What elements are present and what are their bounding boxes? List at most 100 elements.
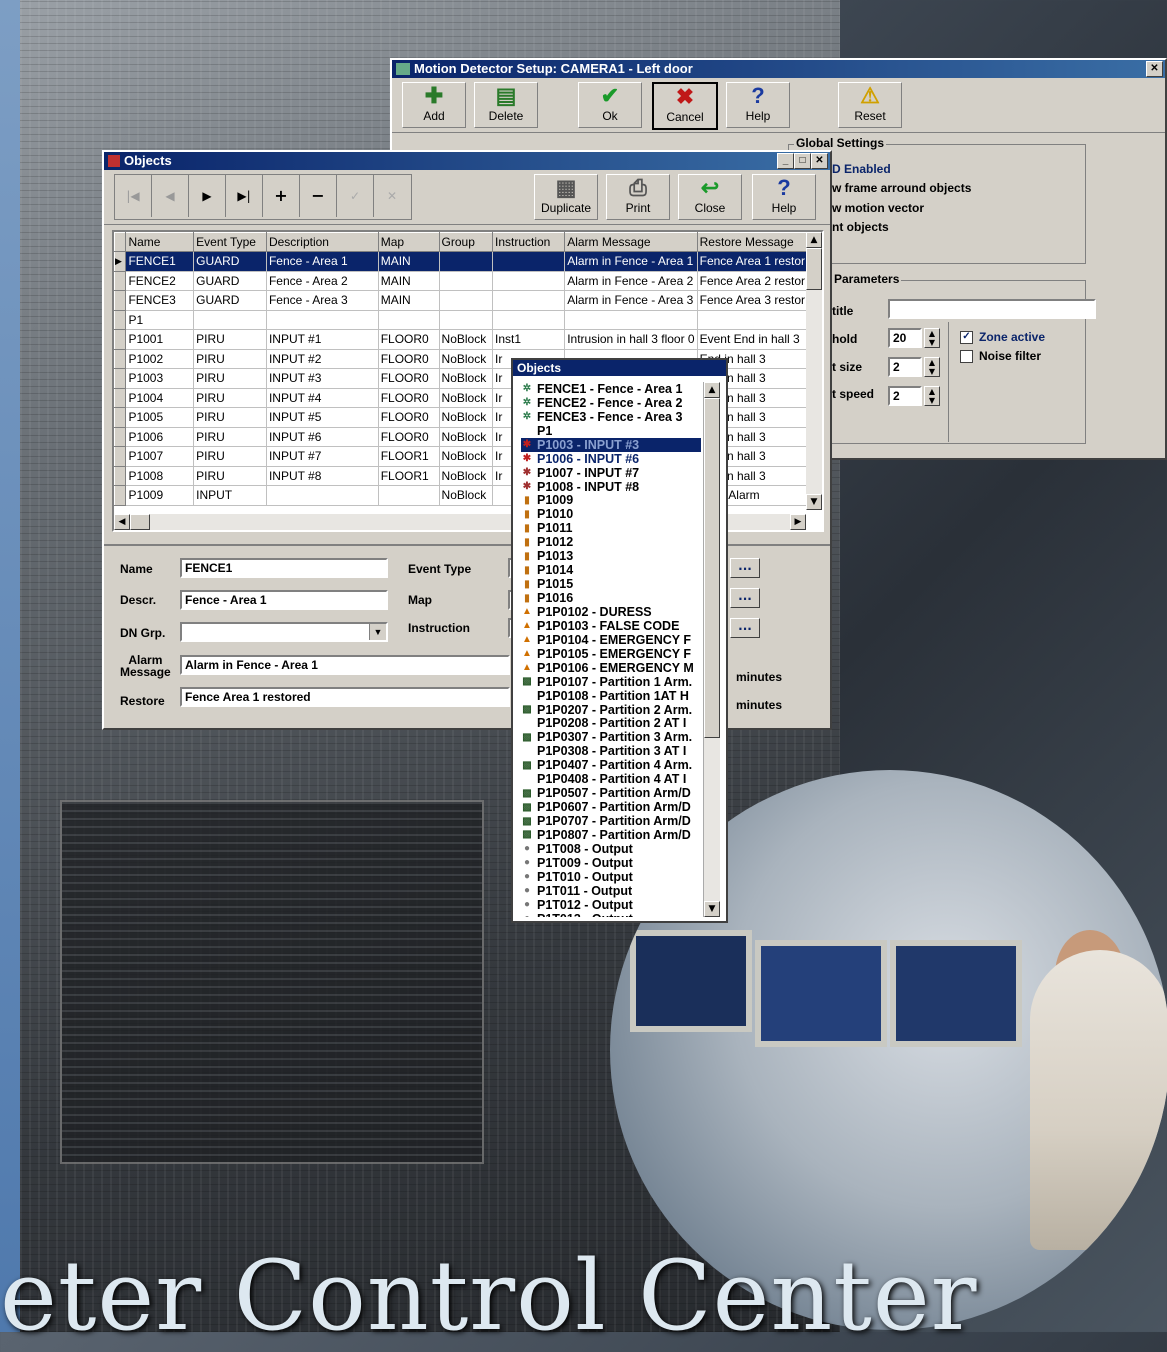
descr-input[interactable]: Fence - Area 1 — [180, 590, 388, 610]
table-cell[interactable]: P1002 — [125, 349, 195, 369]
list-item[interactable]: ▲ P1P0106 - EMERGENCY M — [521, 661, 701, 675]
list-item[interactable]: ▲ P1P0102 - DURESS — [521, 605, 701, 619]
duplicate-button[interactable]: ▦ Duplicate — [534, 174, 598, 220]
row-indicator[interactable] — [114, 290, 127, 311]
table-cell[interactable]: MAIN — [378, 290, 440, 311]
list-item[interactable]: ▲ P1P0105 - EMERGENCY F — [521, 647, 701, 661]
table-cell[interactable]: NoBlock — [439, 388, 493, 408]
threshold-input[interactable]: 20 — [888, 328, 922, 348]
next-record-button[interactable]: ▶ — [189, 175, 226, 217]
list-item[interactable]: P1 — [521, 424, 701, 438]
list-item[interactable]: ▩ P1P0807 - Partition Arm/D — [521, 828, 701, 842]
table-cell[interactable]: FLOOR0 — [378, 329, 440, 350]
table-cell[interactable] — [378, 310, 440, 330]
table-cell[interactable]: Fence - Area 3 — [266, 290, 379, 311]
instruction-browse-button[interactable]: ... — [730, 618, 760, 638]
table-row[interactable]: P1 — [114, 309, 822, 330]
speed-spinner[interactable]: ▲ ▼ — [924, 386, 940, 406]
table-cell[interactable] — [564, 310, 698, 330]
list-item[interactable]: ✲ FENCE2 - Fence - Area 2 — [521, 396, 701, 410]
table-cell[interactable]: NoBlock — [439, 485, 493, 506]
close-icon[interactable]: ✕ — [1146, 61, 1163, 77]
list-item[interactable]: ▩ P1P0107 - Partition 1 Arm. — [521, 675, 701, 689]
scroll-up-icon[interactable]: ▲ — [806, 232, 822, 248]
column-header[interactable]: Restore Message — [696, 232, 809, 252]
first-record-button[interactable]: |◀ — [115, 175, 152, 217]
table-cell[interactable]: PIRU — [193, 388, 267, 408]
zone-active-checkbox[interactable]: ✓ Zone active — [960, 330, 1045, 345]
event-type-browse-button[interactable]: ... — [730, 558, 760, 578]
cancel-button[interactable]: ✖ Cancel — [652, 82, 718, 130]
scroll-thumb[interactable] — [704, 398, 720, 738]
help-button[interactable]: ? Help — [726, 82, 790, 128]
table-cell[interactable] — [439, 251, 493, 272]
threshold-spinner[interactable]: ▲ ▼ — [924, 328, 940, 348]
table-cell[interactable]: NoBlock — [439, 368, 493, 389]
table-cell[interactable] — [266, 310, 379, 330]
table-cell[interactable]: Fence Area 2 restor — [697, 271, 809, 291]
table-cell[interactable]: MAIN — [378, 271, 440, 291]
table-cell[interactable] — [492, 251, 566, 272]
table-cell[interactable]: Fence - Area 1 — [266, 251, 379, 272]
close-icon[interactable]: ✕ — [811, 153, 828, 169]
table-cell[interactable] — [439, 290, 493, 311]
count-objects-option[interactable]: nt objects — [832, 220, 889, 234]
table-cell[interactable]: NoBlock — [439, 446, 493, 467]
list-item[interactable]: ● P1T010 - Output — [521, 870, 701, 884]
prior-record-button[interactable]: ◀ — [152, 175, 189, 217]
table-cell[interactable]: MAIN — [378, 251, 440, 272]
list-item[interactable]: P1P0108 - Partition 1AT H — [521, 689, 701, 703]
row-indicator[interactable] — [114, 348, 127, 369]
list-item[interactable]: ▲ P1P0104 - EMERGENCY F — [521, 633, 701, 647]
table-cell[interactable]: INPUT #8 — [266, 466, 379, 486]
table-cell[interactable]: P1 — [125, 310, 195, 330]
table-cell[interactable]: Fence Area 1 restor — [697, 251, 809, 272]
list-item[interactable]: ✲ FENCE3 - Fence - Area 3 — [521, 410, 701, 424]
name-input[interactable]: FENCE1 — [180, 558, 388, 578]
list-item[interactable]: ● P1T009 - Output — [521, 856, 701, 870]
table-cell[interactable]: P1007 — [125, 446, 195, 467]
table-cell[interactable]: Alarm in Fence - Area 2 — [564, 271, 698, 291]
current-row-indicator-icon[interactable]: ▶ — [114, 251, 127, 272]
help-button[interactable]: ? Help — [752, 174, 816, 220]
table-cell[interactable]: INPUT #5 — [266, 407, 379, 428]
table-cell[interactable] — [492, 310, 566, 330]
speed-input[interactable]: 2 — [888, 386, 922, 406]
list-item[interactable]: ▩ P1P0607 - Partition Arm/D — [521, 800, 701, 814]
table-cell[interactable]: P1001 — [125, 329, 195, 350]
table-cell[interactable]: NoBlock — [439, 407, 493, 428]
table-cell[interactable]: FENCE1 — [125, 251, 195, 272]
scroll-thumb[interactable] — [130, 514, 150, 530]
map-browse-button[interactable]: ... — [730, 588, 760, 608]
table-cell[interactable]: Alarm in Fence - Area 3 — [564, 290, 698, 311]
list-item[interactable]: ✲ FENCE1 - Fence - Area 1 — [521, 382, 701, 396]
column-header[interactable]: Description — [265, 232, 379, 252]
row-indicator[interactable] — [114, 485, 127, 506]
table-cell[interactable]: FENCE2 — [125, 271, 195, 291]
table-cell[interactable]: GUARD — [193, 271, 267, 291]
row-indicator[interactable] — [114, 329, 127, 350]
table-row[interactable]: FENCE3 GUARD Fence - Area 3 MAIN Alarm in Fe… — [114, 290, 822, 311]
table-cell[interactable]: Event End in hall 3 — [697, 329, 809, 350]
list-item[interactable]: ✱ P1008 - INPUT #8 — [521, 480, 701, 494]
table-row[interactable]: ▶ FENCE1 GUARD Fence - Area 1 MAIN Alarm in F… — [114, 251, 822, 272]
alarm-message-input[interactable]: Alarm in Fence - Area 1 — [180, 655, 510, 675]
table-cell[interactable]: PIRU — [193, 349, 267, 369]
column-header[interactable]: Event Type — [193, 232, 267, 252]
row-indicator[interactable] — [114, 309, 127, 330]
last-record-button[interactable]: ▶| — [226, 175, 263, 217]
table-cell[interactable]: P1009 — [125, 485, 195, 506]
noise-filter-checkbox[interactable]: Noise filter — [960, 349, 1041, 364]
table-row[interactable]: FENCE2 GUARD Fence - Area 2 MAIN Alarm in Fe… — [114, 270, 822, 291]
list-item[interactable]: ▮ P1012 — [521, 535, 701, 549]
scroll-right-icon[interactable]: ▶ — [790, 514, 806, 530]
table-cell[interactable]: NoBlock — [439, 466, 493, 486]
insert-record-button[interactable]: + — [263, 175, 300, 217]
scroll-left-icon[interactable]: ◀ — [114, 514, 130, 530]
list-item[interactable]: P1P0408 - Partition 4 AT I — [521, 772, 701, 786]
table-cell[interactable] — [266, 485, 379, 506]
md-enabled-option[interactable]: D Enabled — [832, 162, 891, 176]
maximize-icon[interactable]: □ — [794, 153, 811, 169]
scroll-up-icon[interactable]: ▲ — [704, 382, 720, 398]
list-item[interactable]: ✱ P1006 - INPUT #6 — [521, 452, 701, 466]
